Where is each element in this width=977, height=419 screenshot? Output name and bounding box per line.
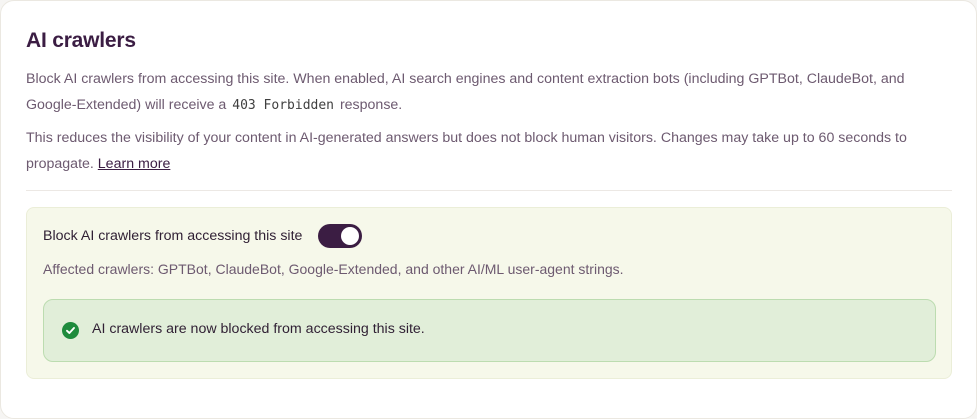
status-code: 403 Forbidden [232, 98, 334, 113]
visibility-note: This reduces the visibility of your cont… [26, 125, 946, 177]
divider [26, 190, 952, 191]
ai-crawlers-card: AI crawlers Block AI crawlers from acces… [0, 0, 977, 419]
learn-more-link[interactable]: Learn more [98, 156, 171, 172]
description-text-end: response. [336, 97, 403, 113]
section-description: Block AI crawlers from accessing this si… [26, 66, 946, 119]
description-text: Block AI crawlers from accessing this si… [26, 71, 905, 113]
setting-panel: Block AI crawlers from accessing this si… [26, 207, 952, 379]
affected-crawlers-text: Affected crawlers: GPTBot, ClaudeBot, Go… [43, 261, 624, 277]
checkmark-glyph [66, 327, 75, 334]
success-alert: AI crawlers are now blocked from accessi… [43, 299, 936, 362]
block-crawlers-toggle[interactable] [318, 224, 363, 248]
toggle-row: Block AI crawlers from accessing this si… [43, 223, 363, 249]
toggle-knob [341, 227, 360, 245]
alert-message: AI crawlers are now blocked from accessi… [92, 320, 425, 337]
section-title: AI crawlers [26, 29, 136, 52]
check-circle-icon [62, 322, 79, 339]
toggle-label: Block AI crawlers from accessing this si… [43, 228, 303, 244]
